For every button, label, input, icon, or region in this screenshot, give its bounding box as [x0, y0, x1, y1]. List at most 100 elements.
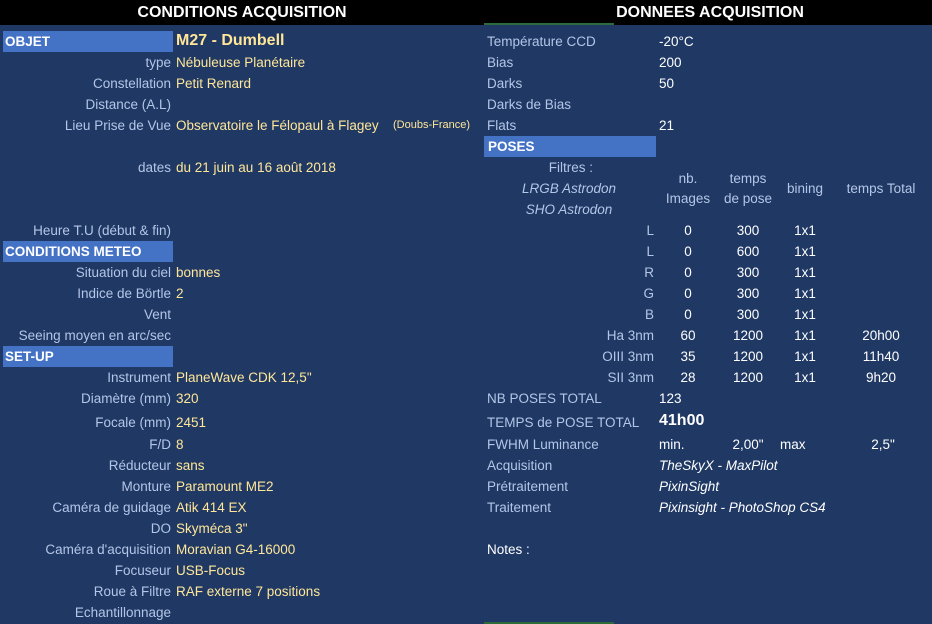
pose-temps: 300: [736, 286, 760, 301]
header-donnees: DONNEES ACQUISITION: [484, 0, 932, 25]
info-label: dates: [137, 160, 171, 175]
pose-nb: 0: [684, 244, 692, 259]
pose-nb: 0: [684, 265, 692, 280]
meteo-label: Indice de Börtle: [77, 286, 171, 301]
pose-nb: 0: [684, 307, 692, 322]
pose-bining: 1x1: [794, 265, 816, 280]
acq-value: 200: [659, 55, 682, 70]
fwhm-min-label: min.: [659, 437, 685, 452]
software-label: Acquisition: [487, 458, 553, 473]
acq-label: Darks: [487, 76, 523, 91]
pose-filter: L: [646, 223, 654, 238]
setup-label: Caméra de guidage: [52, 500, 171, 515]
fwhm-min: 2,00": [732, 437, 764, 452]
filtres-lrgb: LRGB Astrodon: [521, 181, 617, 196]
nb-poses-value: 123: [659, 391, 682, 406]
setup-label: Focuseur: [114, 563, 171, 578]
pose-total: 11h40: [862, 349, 900, 364]
meteo-label: Seeing moyen en arc/sec: [18, 328, 171, 343]
pose-temps: 600: [736, 244, 760, 259]
info-value: Nébuleuse Planétaire: [176, 55, 306, 70]
setup-value: PlaneWave CDK 12,5": [176, 370, 312, 385]
pose-temps: 1200: [732, 349, 764, 364]
software-value: PixinSight: [659, 479, 720, 494]
setup-value: Paramount ME2: [176, 479, 274, 494]
pose-bining: 1x1: [794, 328, 816, 343]
pose-filter: B: [644, 307, 654, 322]
pose-temps: 300: [736, 223, 760, 238]
acq-label: Température CCD: [487, 34, 596, 49]
info-value: Observatoire le Félopaul à Flagey: [176, 118, 379, 133]
setup-value: Skyméca 3": [176, 521, 248, 536]
info-label: Constellation: [92, 76, 171, 91]
nb-poses-label: NB POSES TOTAL: [487, 391, 602, 406]
info-value: Petit Renard: [176, 76, 252, 91]
setup-label: Echantillonnage: [74, 605, 171, 620]
pose-temps: 1200: [732, 328, 764, 343]
pose-bining: 1x1: [794, 307, 816, 322]
acq-value: 50: [659, 76, 675, 91]
pose-temps: 300: [736, 265, 760, 280]
col-bining: bining: [786, 181, 824, 196]
header-conditions: CONDITIONS ACQUISITION: [0, 0, 484, 25]
fwhm-label: FWHM Luminance: [487, 437, 599, 452]
info-label: Lieu Prise de Vue: [64, 118, 171, 133]
temps-pose-value: 41h00: [659, 412, 705, 429]
setup-label: Roue à Filtre: [93, 584, 171, 599]
software-value: TheSkyX - MaxPilot: [659, 458, 778, 473]
green-divider: [484, 23, 614, 25]
acq-value: 21: [659, 118, 675, 133]
objet-value: M27 - Dumbell: [176, 32, 285, 49]
setup-label: Réducteur: [108, 458, 171, 473]
acq-label: Darks de Bias: [487, 97, 572, 112]
info-label: Heure T.U (début & fin): [33, 223, 171, 238]
pose-bining: 1x1: [794, 370, 816, 385]
setup-value: sans: [176, 458, 205, 473]
setup-value: 320: [176, 391, 199, 406]
pose-nb: 60: [680, 328, 696, 343]
setup-label: F/D: [149, 437, 171, 452]
meteo-value: 2: [176, 286, 184, 301]
section-poses: POSES: [484, 136, 656, 157]
setup-label: Instrument: [107, 370, 171, 385]
pose-nb: 0: [684, 223, 692, 238]
fwhm-max-label: max: [780, 437, 806, 452]
setup-value: Moravian G4-16000: [176, 542, 296, 557]
col-temps-1: temps: [729, 171, 767, 186]
pose-filter: L: [646, 244, 654, 259]
pose-bining: 1x1: [794, 349, 816, 364]
setup-label: Focale (mm): [95, 415, 171, 430]
col-nb-2: Images: [665, 191, 711, 206]
setup-value: RAF externe 7 positions: [176, 584, 321, 599]
info-value-extra: (Doubs-France): [393, 119, 471, 131]
info-value: du 21 juin au 16 août 2018: [176, 160, 336, 175]
meteo-label: Vent: [143, 307, 171, 322]
pose-temps: 300: [736, 307, 760, 322]
pose-filter: Ha 3nm: [606, 328, 654, 343]
setup-label: DO: [150, 521, 171, 536]
acq-value: -20°C: [659, 34, 694, 49]
acq-label: Flats: [487, 118, 517, 133]
setup-label: Monture: [121, 479, 171, 494]
software-value: Pixinsight - PhotoShop CS4: [659, 500, 826, 515]
filtres-label: Filtres :: [548, 160, 593, 175]
acq-label: Bias: [487, 55, 514, 70]
pose-nb: 0: [684, 286, 692, 301]
setup-value: USB-Focus: [176, 563, 246, 578]
pose-bining: 1x1: [794, 244, 816, 259]
col-temps-2: de pose: [723, 191, 773, 206]
col-total: temps Total: [846, 181, 916, 196]
software-label: Prétraitement: [487, 479, 569, 494]
pose-nb: 35: [680, 349, 696, 364]
section-objet: OBJET: [3, 31, 173, 52]
pose-filter: R: [644, 265, 654, 280]
pose-filter: SII 3nm: [607, 370, 654, 385]
setup-value: 2451: [176, 415, 207, 430]
setup-label: Caméra d'acquisition: [45, 542, 171, 557]
section-meteo: CONDITIONS METEO: [3, 241, 173, 262]
meteo-label: Situation du ciel: [75, 265, 171, 280]
setup-value: 8: [176, 437, 184, 452]
info-label: Distance (A.L): [85, 97, 171, 112]
temps-pose-label: TEMPS de POSE TOTAL: [487, 415, 640, 430]
setup-label: Diamètre (mm): [81, 391, 171, 406]
